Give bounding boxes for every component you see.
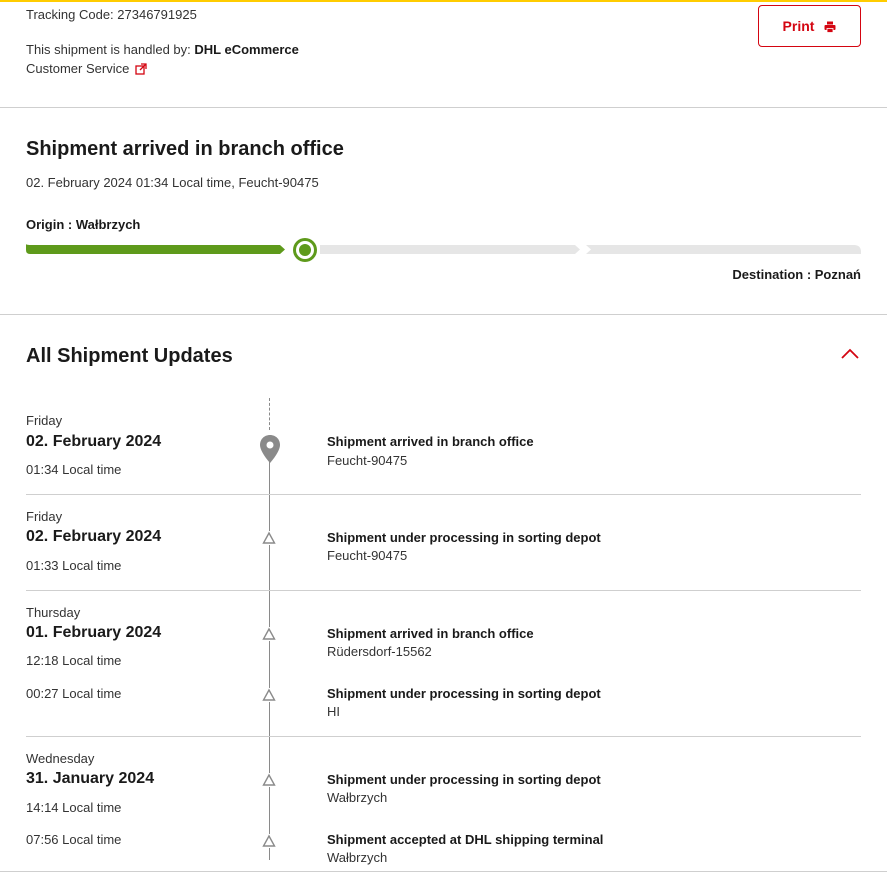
group-day: Wednesday (26, 751, 95, 766)
customer-service-link[interactable]: Customer Service (26, 61, 147, 76)
origin-label: Origin : (26, 217, 76, 232)
event-time: 12:18 Local time (26, 653, 122, 668)
progress-segment-completed (26, 244, 285, 254)
event-location: Feucht-90475 (327, 548, 408, 563)
event-time: 07:56 Local time (26, 832, 122, 847)
event-time: 00:27 Local time (26, 686, 122, 701)
progress-bar (26, 236, 861, 266)
group-date: 01. February 2024 (26, 624, 162, 641)
group-divider (26, 494, 861, 495)
header-divider (0, 107, 887, 108)
event-location: Feucht-90475 (327, 453, 408, 468)
group-date: 02. February 2024 (26, 528, 162, 545)
origin-line: Origin : Wałbrzych (26, 217, 140, 232)
event-location: Wałbrzych (327, 790, 388, 805)
event-time: 01:34 Local time (26, 462, 122, 477)
group-date: 02. February 2024 (26, 433, 162, 450)
group-day: Thursday (26, 605, 81, 620)
updates-title: All Shipment Updates (26, 345, 233, 367)
location-pin-icon (259, 434, 281, 464)
event-location: Rüdersdorf-15562 (327, 644, 432, 659)
event-location: Wałbrzych (327, 850, 388, 865)
progress-segment-pending (586, 245, 861, 254)
external-link-icon (135, 62, 147, 75)
handled-by-company: DHL eCommerce (194, 42, 299, 57)
progress-segment-pending (320, 245, 580, 254)
triangle-icon (262, 834, 276, 848)
customer-service-label: Customer Service (26, 61, 130, 76)
timeline-dashed-line (269, 398, 270, 430)
group-divider (26, 736, 861, 737)
triangle-icon (262, 627, 276, 641)
triangle-icon (262, 688, 276, 702)
event-title: Shipment arrived in branch office (327, 626, 534, 641)
triangle-icon (262, 773, 276, 787)
status-title: Shipment arrived in branch office (26, 138, 344, 160)
event-title: Shipment accepted at DHL shipping termin… (327, 832, 604, 847)
handled-by-label: This shipment is handled by: (26, 42, 195, 57)
event-title: Shipment under processing in sorting dep… (327, 686, 601, 701)
group-divider (26, 590, 861, 591)
collapse-updates-button[interactable] (840, 347, 862, 365)
event-title: Shipment under processing in sorting dep… (327, 772, 601, 787)
destination-line: Destination : Poznań (732, 267, 861, 282)
chevron-up-icon (840, 348, 860, 365)
group-day: Friday (26, 509, 63, 524)
tracking-code-line: Tracking Code: 27346791925 (26, 7, 197, 22)
event-location: HI (327, 704, 340, 719)
status-subtitle: 02. February 2024 01:34 Local time, Feuc… (26, 175, 319, 190)
origin-value: Wałbrzych (75, 217, 141, 232)
group-day: Friday (26, 413, 63, 428)
handled-by-line: This shipment is handled by: DHL eCommer… (26, 42, 299, 57)
tracking-code-value: 27346791925 (117, 7, 197, 22)
tracking-code-label: Tracking Code: (26, 7, 118, 22)
event-time: 01:33 Local time (26, 558, 122, 573)
triangle-icon (262, 531, 276, 545)
event-title: Shipment arrived in branch office (327, 434, 534, 449)
print-button-label: Print (782, 18, 815, 34)
event-title: Shipment under processing in sorting dep… (327, 530, 601, 545)
destination-value: Poznań (814, 267, 861, 282)
group-date: 31. January 2024 (26, 770, 155, 787)
status-divider (0, 314, 887, 315)
timeline-line (269, 462, 270, 860)
print-button[interactable]: Print (758, 5, 861, 47)
destination-label: Destination : (732, 267, 815, 282)
footer-divider (0, 871, 887, 872)
printer-icon (824, 20, 836, 33)
event-time: 14:14 Local time (26, 800, 122, 815)
brand-top-bar (0, 0, 887, 2)
